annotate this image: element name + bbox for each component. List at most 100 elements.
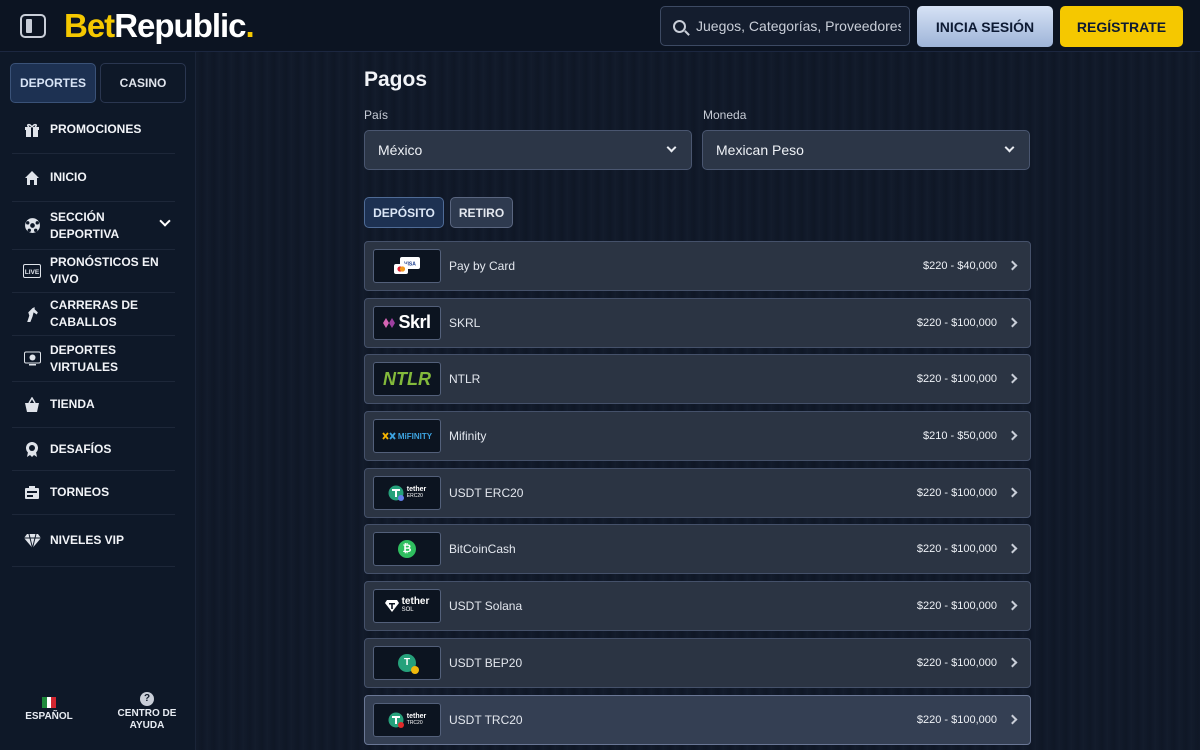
sidebar-item-virtuales[interactable]: DEPORTES VIRTUALES: [12, 336, 175, 382]
payment-row-usdt-trc20[interactable]: tether TRC20 USDT TRC20 $220 - $100,000: [364, 694, 1031, 745]
virtual-sports-icon: [22, 349, 42, 369]
tab-retiro[interactable]: RETIRO: [450, 197, 513, 228]
bitcoincash-icon: ₿: [398, 540, 416, 559]
sidebar: DEPORTES CASINO PROMOCIONES INICIO SECCI…: [0, 52, 196, 750]
search-icon: [673, 19, 686, 33]
sidebar-item-carreras[interactable]: CARRERAS DE CABALLOS: [12, 293, 175, 336]
sidebar-item-label: INICIO: [50, 170, 87, 184]
currency-label: Moneda: [703, 108, 747, 122]
sidebar-item-label: NIVELES VIP: [50, 533, 125, 547]
payment-name: NTLR: [449, 372, 481, 387]
payment-range: $220 - $40,000: [922, 260, 997, 272]
payment-row-ntlr[interactable]: NTLR NTLR $220 - $100,000: [364, 354, 1031, 405]
payment-range: $220 - $100,000: [916, 486, 997, 499]
neteller-logo-text: NTLR: [383, 368, 431, 389]
payment-range: $220 - $100,000: [916, 600, 997, 613]
chevron-down-icon[interactable]: [159, 215, 171, 227]
payment-name: USDT ERC20: [449, 485, 524, 500]
betrepublic-logo[interactable]: BetRepublic.: [64, 6, 255, 46]
sidebar-item-pronosticos[interactable]: LIVE PRONÓSTICOS EN VIVO: [12, 250, 175, 293]
horse-icon: [22, 304, 42, 324]
sidebar-item-label: TORNEOS: [50, 485, 110, 499]
payment-row-mifinity[interactable]: MiFINITY Mifinity $210 - $50,000: [364, 411, 1031, 462]
payment-range: $220 - $100,000: [916, 656, 997, 669]
register-button[interactable]: REGÍSTRATE: [1060, 6, 1183, 47]
help-label: CENTRO DE AYUDA: [117, 708, 177, 731]
menu-toggle-icon[interactable]: [20, 14, 46, 38]
sidebar-item-label: CARRERAS DE CABALLOS: [50, 298, 139, 329]
language-selector[interactable]: ESPAÑOL: [0, 692, 98, 732]
tab-deportes[interactable]: DEPORTES: [10, 63, 96, 103]
diamond-icon: [22, 531, 42, 551]
shopping-basket-icon: [22, 395, 42, 415]
sidebar-item-vip[interactable]: NIVELES VIP: [12, 515, 175, 567]
sidebar-item-promociones[interactable]: PROMOCIONES: [12, 106, 175, 154]
sidebar-item-label: DESAFÍOS: [50, 441, 112, 456]
tether-text: tether: [401, 596, 430, 608]
payment-methods-list: VISA Pay by Card $220 - $40,000 Skrl SKR…: [364, 241, 1031, 750]
payment-row-usdt-bep20[interactable]: T USDT BEP20 $220 - $100,000: [364, 637, 1031, 688]
sidebar-item-tienda[interactable]: TIENDA: [12, 382, 175, 428]
card-logo: VISA: [373, 249, 441, 283]
login-button[interactable]: INICIA SESIÓN: [917, 6, 1053, 47]
tether-sub-text: SOL: [401, 607, 414, 614]
payment-row-usdt-erc20[interactable]: tether ERC20 USDT ERC20 $220 - $100,000: [364, 467, 1031, 518]
sidebar-item-label: TIENDA: [50, 397, 95, 411]
chevron-right-icon: [1007, 657, 1018, 668]
payment-name: Mifinity: [449, 429, 487, 444]
chevron-right-icon: [1007, 543, 1018, 554]
mexico-flag-icon: [42, 697, 57, 708]
currency-select[interactable]: Mexican Peso: [702, 130, 1030, 170]
sidebar-item-inicio[interactable]: INICIO: [12, 154, 175, 202]
gift-icon: [22, 120, 42, 140]
tab-casino[interactable]: CASINO: [100, 63, 186, 103]
currency-value: Mexican Peso: [716, 142, 804, 158]
soccer-ball-icon: [22, 216, 42, 236]
payment-range: $220 - $100,000: [916, 543, 997, 556]
payment-name: BitCoinCash: [449, 542, 516, 557]
chevron-down-icon: [1004, 142, 1015, 153]
payment-range: $220 - $100,000: [916, 373, 997, 386]
sidebar-item-seccion-deportiva[interactable]: SECCIÓN DEPORTIVA: [12, 202, 175, 250]
search-box[interactable]: [660, 6, 910, 46]
tether-trc20-logo: tether TRC20: [373, 702, 441, 737]
tether-bep20-logo: T: [373, 645, 441, 680]
mifinity-logo-text: MiFINITY: [397, 431, 433, 441]
payment-row-bitcoincash[interactable]: ₿ BitCoinCash $220 - $100,000: [364, 524, 1031, 575]
sidebar-item-desafios[interactable]: DESAFÍOS: [12, 428, 175, 471]
skrill-logo-text: Skrl: [398, 312, 431, 333]
sidebar-item-torneos[interactable]: TORNEOS: [12, 471, 175, 515]
chevron-down-icon: [666, 142, 677, 153]
bitcoincash-logo: ₿: [373, 532, 441, 567]
payment-row-card[interactable]: VISA Pay by Card $220 - $40,000: [364, 241, 1031, 291]
svg-text:LIVE: LIVE: [25, 269, 40, 276]
payment-row-skrl[interactable]: Skrl SKRL $220 - $100,000: [364, 297, 1031, 348]
sidebar-item-label: PRONÓSTICOS EN VIVO: [50, 255, 159, 286]
chevron-right-icon: [1007, 260, 1018, 271]
payment-range: $220 - $100,000: [916, 713, 997, 726]
chevron-right-icon: [1007, 430, 1018, 441]
payment-name: USDT TRC20: [449, 712, 523, 727]
search-input[interactable]: [696, 18, 901, 34]
chevron-right-icon: [1007, 600, 1018, 611]
payment-name: Pay by Card: [449, 259, 516, 273]
chevron-right-icon: [1007, 373, 1018, 384]
tether-sub-text: ERC20: [406, 492, 423, 499]
tether-text: tether: [406, 712, 427, 720]
tab-deposito[interactable]: DEPÓSITO: [364, 197, 444, 228]
payment-range: $220 - $100,000: [916, 316, 997, 329]
chevron-right-icon: [1007, 487, 1018, 498]
payment-range: $210 - $50,000: [922, 430, 997, 443]
tether-erc20-logo: tether ERC20: [373, 475, 441, 510]
payment-name: SKRL: [449, 315, 481, 330]
country-select[interactable]: México: [364, 130, 692, 170]
tether-text: tether: [406, 485, 427, 493]
neteller-logo: NTLR: [373, 362, 441, 397]
help-center-link[interactable]: ? CENTRO DE AYUDA: [98, 692, 196, 732]
payment-name: USDT BEP20: [449, 655, 523, 670]
sidebar-item-label: DEPORTES VIRTUALES: [50, 342, 119, 374]
home-icon: [22, 168, 42, 188]
help-icon: ?: [140, 692, 154, 706]
payment-row-usdt-solana[interactable]: tether SOL USDT Solana $220 - $100,000: [364, 581, 1031, 632]
language-label: ESPAÑOL: [25, 711, 73, 722]
